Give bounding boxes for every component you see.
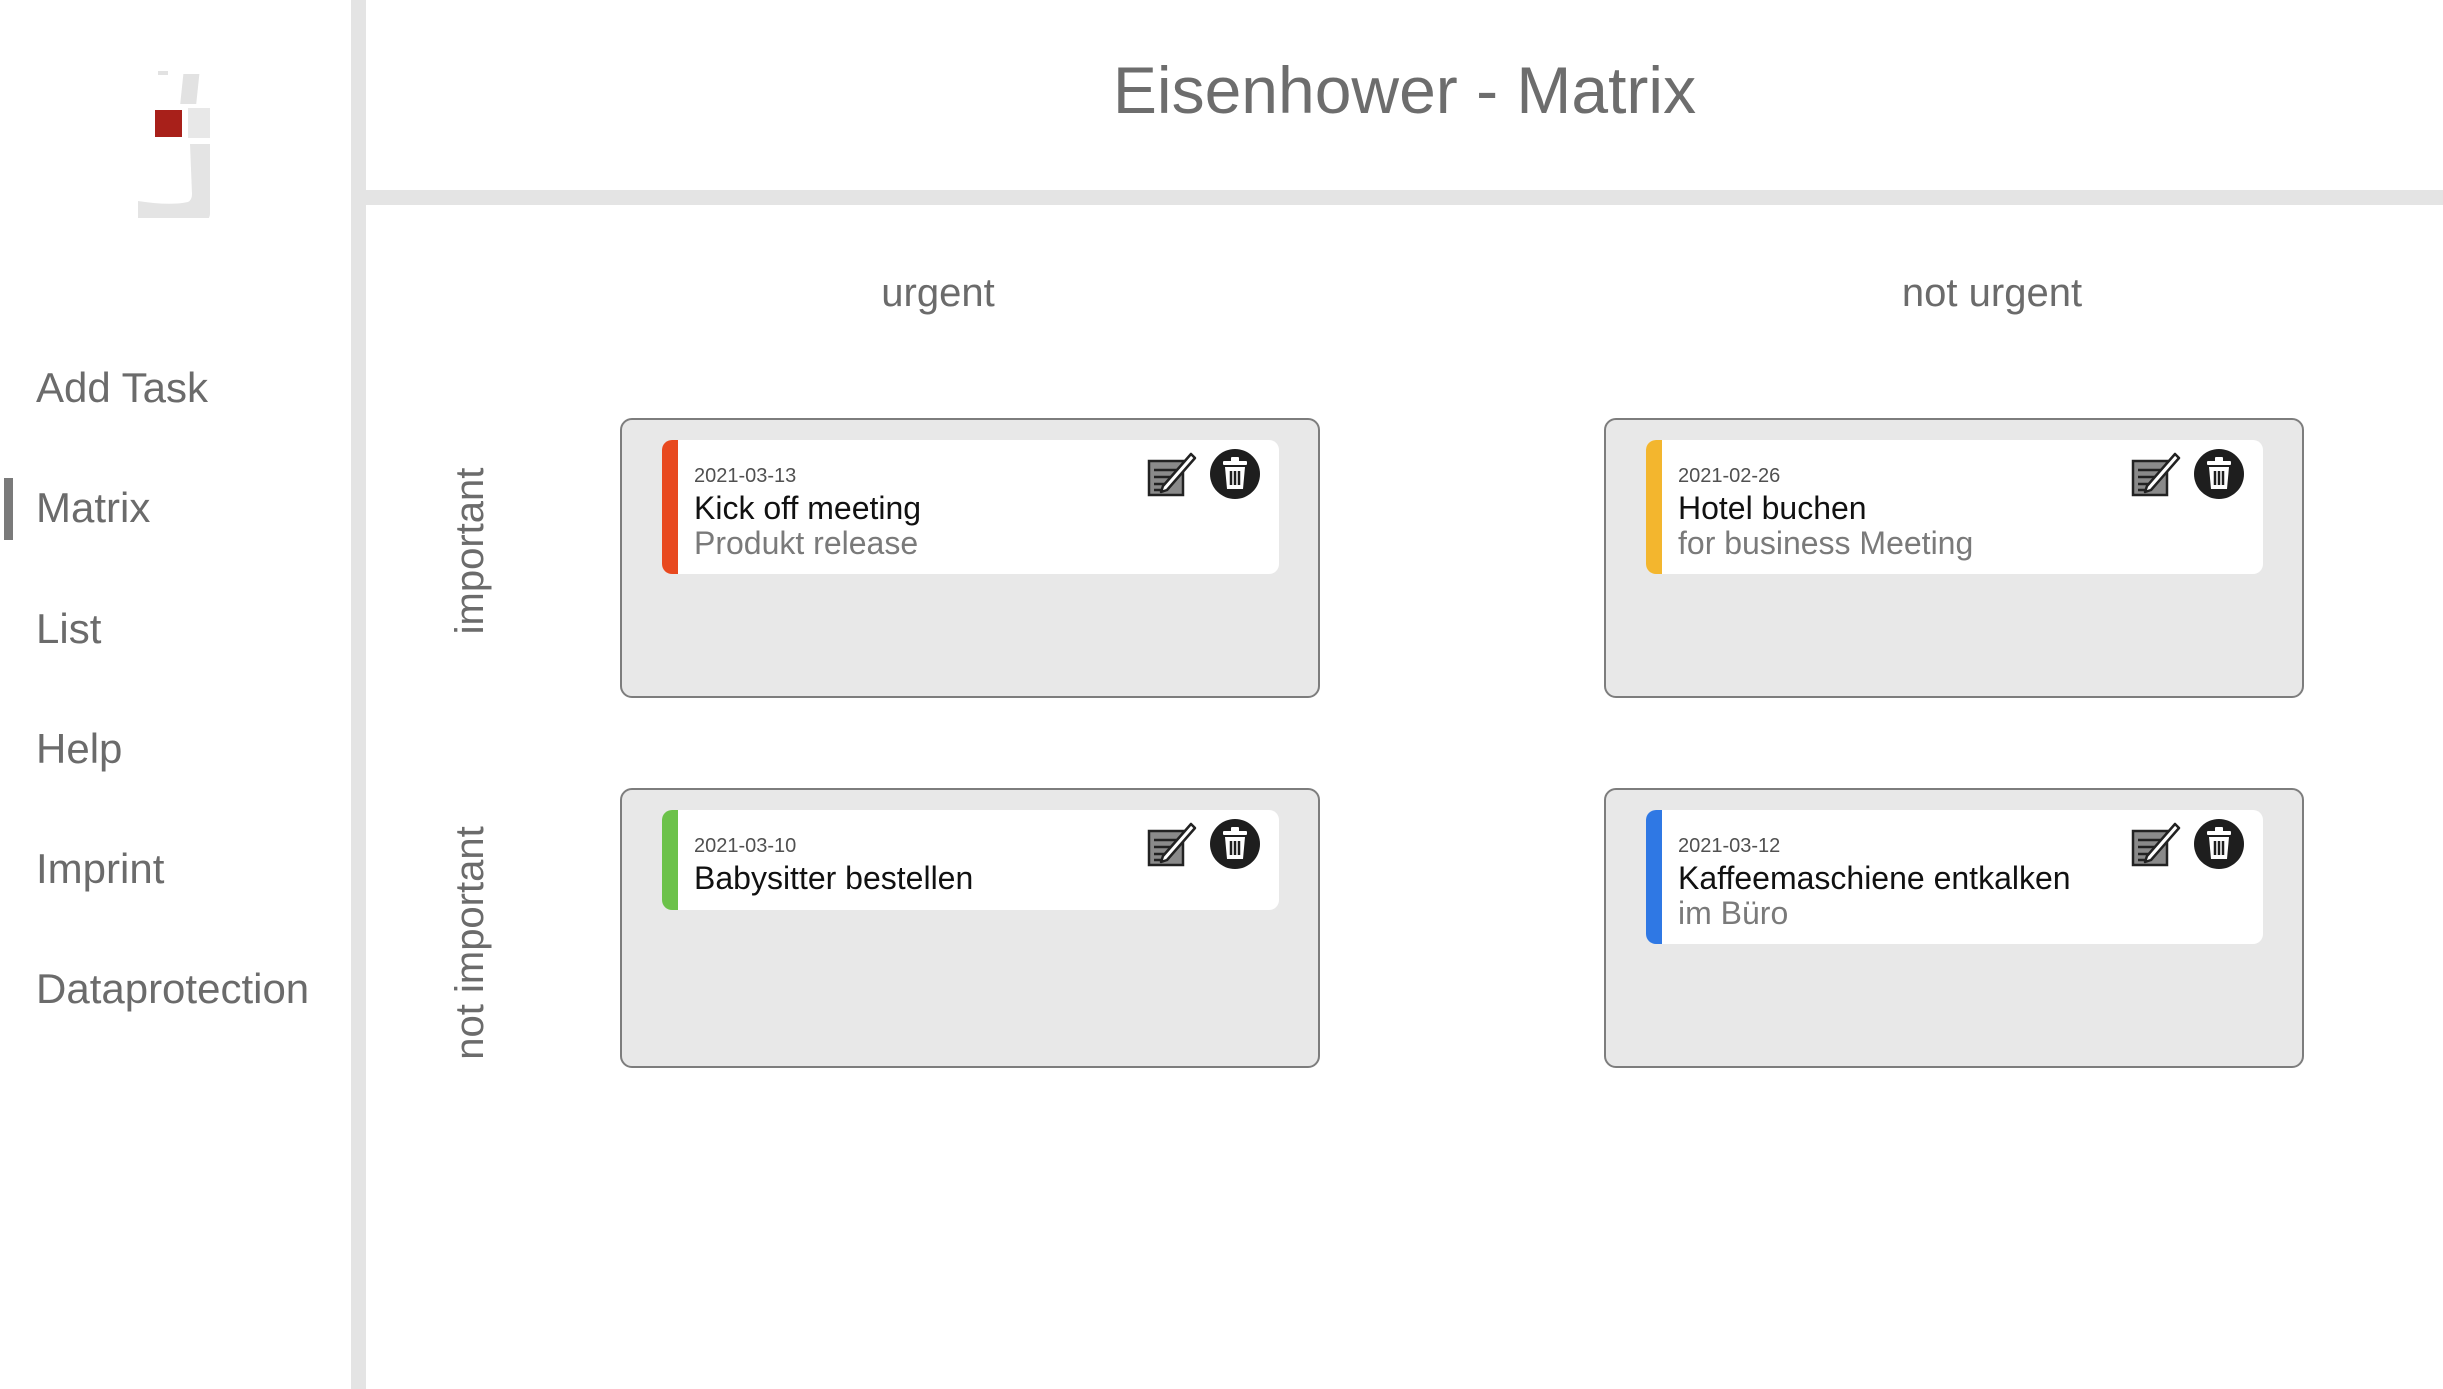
sidebar-item-dataprotection[interactable]: Dataprotection bbox=[36, 961, 309, 1017]
sidebar-item-list[interactable]: List bbox=[36, 601, 101, 657]
task-description: for business Meeting bbox=[1678, 525, 1974, 561]
task-priority-accent bbox=[1646, 440, 1662, 574]
edit-icon[interactable] bbox=[1145, 818, 1197, 870]
active-nav-indicator bbox=[4, 478, 13, 540]
quadrant-not-important-urgent: 2021-03-10 Babysitter bestellen bbox=[620, 788, 1320, 1068]
task-date: 2021-03-12 bbox=[1678, 835, 1781, 857]
task-card[interactable]: 2021-03-12 Kaffeemaschiene entkalken im … bbox=[1646, 810, 2263, 944]
row-label-not-important: not important bbox=[448, 826, 492, 1060]
task-description: Produkt release bbox=[694, 525, 919, 561]
column-label-urgent: urgent bbox=[881, 271, 995, 315]
task-priority-accent bbox=[662, 440, 678, 574]
task-title: Kick off meeting bbox=[694, 490, 922, 526]
task-title: Babysitter bestellen bbox=[694, 860, 974, 896]
sidebar-item-imprint[interactable]: Imprint bbox=[36, 841, 164, 897]
sidebar-item-help[interactable]: Help bbox=[36, 721, 122, 777]
quadrant-important-not-urgent: 2021-02-26 Hotel buchen for business Mee… bbox=[1604, 418, 2304, 698]
sidebar-item-add-task[interactable]: Add Task bbox=[36, 360, 208, 416]
quadrant-important-urgent: 2021-03-13 Kick off meeting Produkt rele… bbox=[620, 418, 1320, 698]
task-card[interactable]: 2021-03-13 Kick off meeting Produkt rele… bbox=[662, 440, 1279, 574]
task-description: im Büro bbox=[1678, 895, 1789, 931]
trash-icon[interactable] bbox=[1209, 818, 1261, 870]
task-priority-accent bbox=[662, 810, 678, 910]
j-logo-icon[interactable] bbox=[130, 68, 230, 224]
sidebar-divider bbox=[351, 0, 366, 1389]
edit-icon[interactable] bbox=[2129, 818, 2181, 870]
trash-icon[interactable] bbox=[1209, 448, 1261, 500]
page-title: Eisenhower - Matrix bbox=[1112, 53, 1697, 127]
trash-icon[interactable] bbox=[2193, 818, 2245, 870]
column-label-not-urgent: not urgent bbox=[1901, 271, 2083, 315]
task-date: 2021-02-26 bbox=[1678, 465, 1781, 487]
task-card[interactable]: 2021-02-26 Hotel buchen for business Mee… bbox=[1646, 440, 2263, 574]
task-priority-accent bbox=[1646, 810, 1662, 944]
task-title: Kaffeemaschiene entkalken bbox=[1678, 860, 2071, 896]
sidebar-item-matrix[interactable]: Matrix bbox=[36, 480, 150, 536]
trash-icon[interactable] bbox=[2193, 448, 2245, 500]
task-card[interactable]: 2021-03-10 Babysitter bestellen bbox=[662, 810, 1279, 910]
row-label-important: important bbox=[448, 467, 492, 635]
quadrant-not-important-not-urgent: 2021-03-12 Kaffeemaschiene entkalken im … bbox=[1604, 788, 2304, 1068]
edit-icon[interactable] bbox=[2129, 448, 2181, 500]
edit-icon[interactable] bbox=[1145, 448, 1197, 500]
task-date: 2021-03-13 bbox=[694, 465, 797, 487]
sidebar: Add Task Matrix List Help Imprint Datapr… bbox=[0, 0, 351, 1389]
header-divider bbox=[366, 190, 2443, 205]
task-title: Hotel buchen bbox=[1678, 490, 1867, 526]
task-date: 2021-03-10 bbox=[694, 835, 797, 857]
